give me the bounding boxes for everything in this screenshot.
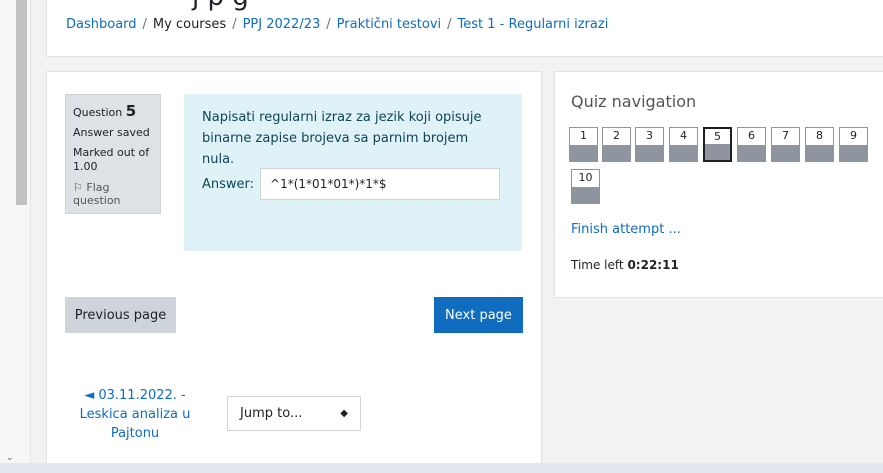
quiz-nav-button-10[interactable]: 10 bbox=[571, 169, 600, 204]
quiz-nav-button-6[interactable]: 6 bbox=[737, 127, 766, 162]
next-page-button[interactable]: Next page bbox=[434, 297, 523, 333]
quiz-nav-fill bbox=[636, 145, 663, 161]
quiz-nav-button-8[interactable]: 8 bbox=[805, 127, 834, 162]
scroll-down-arrow-icon[interactable]: ⌄ bbox=[6, 453, 14, 463]
question-text-box: Napisati regularni izraz za jezik koji o… bbox=[184, 94, 522, 251]
answer-label: Answer: bbox=[202, 176, 255, 192]
breadcrumb-quiz[interactable]: Test 1 - Regularni izrazi bbox=[458, 17, 609, 32]
jump-to-value: Jump to... bbox=[240, 406, 303, 421]
time-left-label: Time left bbox=[571, 258, 624, 272]
quiz-nav-button-5[interactable]: 5 bbox=[703, 127, 732, 162]
quiz-nav-fill bbox=[570, 145, 597, 161]
jump-to-select[interactable]: Jump to... ◆ bbox=[227, 396, 361, 431]
question-grade: Marked out of 1.00 bbox=[73, 146, 153, 174]
answer-input[interactable] bbox=[260, 168, 501, 200]
quiz-nav-button-3[interactable]: 3 bbox=[635, 127, 664, 162]
flag-question-link[interactable]: ⚐ Flag question bbox=[73, 181, 153, 207]
breadcrumb-dashboard[interactable]: Dashboard bbox=[66, 17, 137, 32]
question-number: Question 5 bbox=[73, 102, 153, 120]
question-info: Question 5 Answer saved Marked out of 1.0… bbox=[65, 94, 161, 214]
marked-out-of-label: Marked out of bbox=[73, 146, 150, 159]
quiz-nav-fill bbox=[806, 145, 833, 161]
answer-row: Answer: bbox=[202, 168, 501, 200]
breadcrumb: Dashboard / My courses / PPJ 2022/23 / Praktič… bbox=[66, 17, 608, 32]
prev-activity-line-2: Leskica analiza u bbox=[79, 407, 191, 422]
quiz-nav-number: 4 bbox=[680, 129, 687, 142]
breadcrumb-separator: / bbox=[447, 17, 452, 32]
breadcrumb-section[interactable]: Praktični testovi bbox=[337, 17, 442, 32]
quiz-nav-number: 8 bbox=[816, 129, 823, 142]
quiz-navigation-title: Quiz navigation bbox=[571, 92, 697, 111]
taskbar-strip bbox=[0, 463, 883, 473]
page-header: j p g Dashboard / My courses / PPJ 2022/23 / P… bbox=[46, 0, 883, 57]
prev-activity-line-1: ◄ 03.11.2022. - bbox=[84, 388, 186, 403]
quiz-nav-number: 9 bbox=[850, 129, 857, 142]
breadcrumb-separator: / bbox=[142, 17, 147, 32]
updown-caret-icon: ◆ bbox=[340, 408, 348, 419]
marked-out-of-value: 1.00 bbox=[73, 160, 98, 173]
page-title: j p g bbox=[192, 0, 249, 12]
quiz-nav-button-4[interactable]: 4 bbox=[669, 127, 698, 162]
breadcrumb-separator: / bbox=[232, 17, 237, 32]
left-scrollbar[interactable]: ⌄ bbox=[0, 0, 31, 463]
quiz-nav-button-7[interactable]: 7 bbox=[771, 127, 800, 162]
previous-activity-link[interactable]: ◄ 03.11.2022. - Leskica analiza u Pajton… bbox=[75, 386, 195, 443]
quiz-navigation-block: Quiz navigation 1 2 3 4 5 6 7 8 9 10 Fin… bbox=[554, 71, 883, 298]
quiz-nav-fill bbox=[603, 145, 630, 161]
quiz-nav-number: 10 bbox=[578, 171, 593, 184]
prev-activity-line-3: Pajtonu bbox=[110, 426, 160, 441]
quiz-nav-fill bbox=[738, 145, 765, 161]
question-number-label: Question bbox=[73, 106, 123, 119]
quiz-nav-button-2[interactable]: 2 bbox=[602, 127, 631, 162]
question-card: Question 5 Answer saved Marked out of 1.0… bbox=[46, 71, 542, 465]
time-left-value: 0:22:11 bbox=[627, 258, 679, 272]
quiz-nav-fill bbox=[572, 187, 599, 203]
question-status: Answer saved bbox=[73, 126, 150, 139]
question-text-line-1: Napisati regularni izraz za jezik koji o… bbox=[202, 110, 482, 125]
quiz-nav-button-9[interactable]: 9 bbox=[839, 127, 868, 162]
quiz-nav-number: 5 bbox=[714, 130, 721, 143]
flag-icon: ⚐ bbox=[73, 181, 83, 194]
breadcrumb-course[interactable]: PPJ 2022/23 bbox=[243, 17, 321, 32]
quiz-nav-number: 1 bbox=[580, 129, 587, 142]
question-text-line-2: binarne zapise brojeva sa parnim brojem … bbox=[202, 131, 469, 167]
previous-page-button[interactable]: Previous page bbox=[65, 297, 176, 333]
time-left: Time left 0:22:11 bbox=[571, 258, 679, 272]
quiz-nav-number: 2 bbox=[613, 129, 620, 142]
quiz-nav-number: 3 bbox=[646, 129, 653, 142]
quiz-nav-fill bbox=[670, 145, 697, 161]
quiz-nav-button-1[interactable]: 1 bbox=[569, 127, 598, 162]
quiz-nav-number: 6 bbox=[748, 129, 755, 142]
question-number-value: 5 bbox=[125, 102, 137, 120]
scrollbar-thumb[interactable] bbox=[16, 0, 27, 205]
quiz-nav-fill bbox=[840, 145, 867, 161]
breadcrumb-my-courses[interactable]: My courses bbox=[153, 17, 226, 32]
quiz-nav-number: 7 bbox=[782, 129, 789, 142]
quiz-nav-fill bbox=[772, 145, 799, 161]
finish-attempt-link[interactable]: Finish attempt ... bbox=[571, 222, 681, 237]
breadcrumb-separator: / bbox=[326, 17, 331, 32]
quiz-nav-fill bbox=[705, 144, 730, 160]
